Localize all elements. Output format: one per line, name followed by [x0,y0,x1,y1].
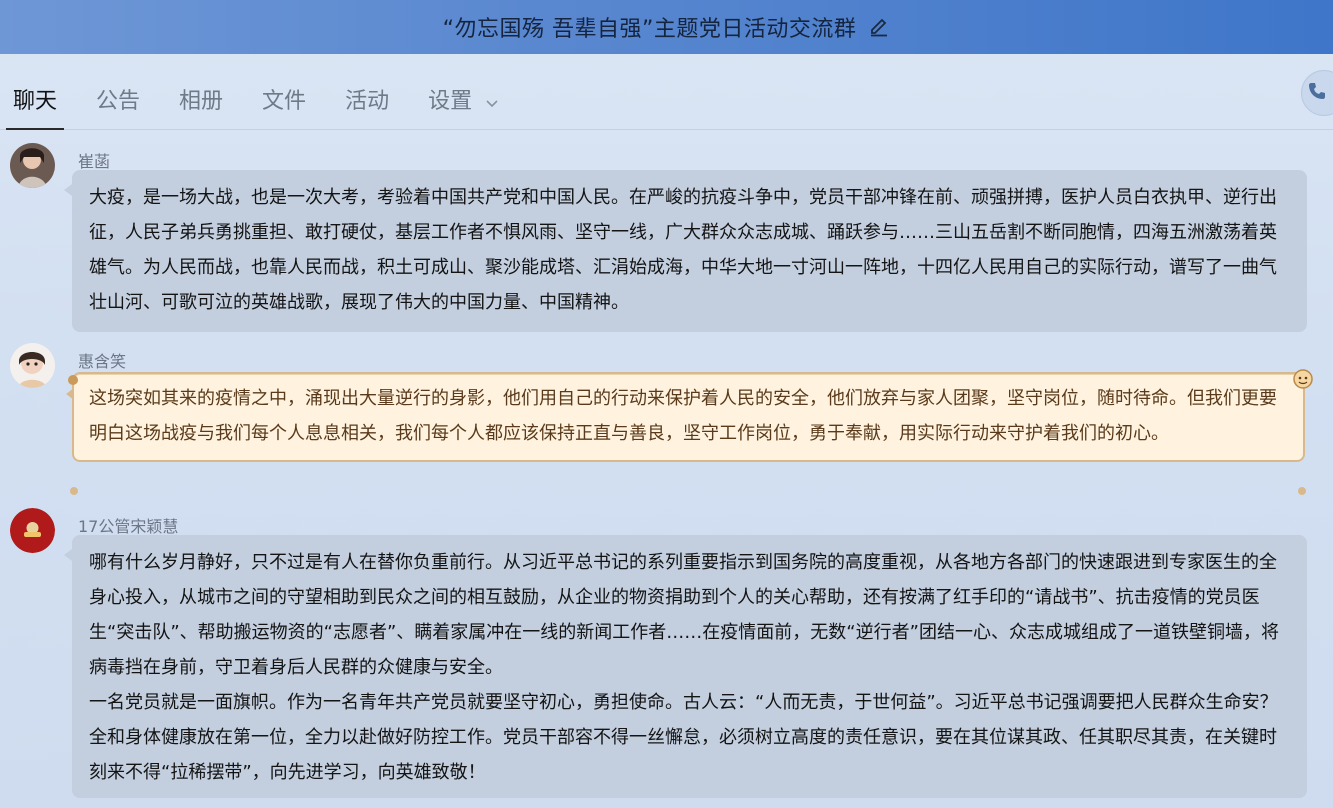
tab-label: 相册 [179,89,224,114]
message-text: 这场突如其来的疫情之中，涌现出大量逆行的身影，他们用自己的行动来保护着人民的安全… [89,388,1277,444]
tab-chat[interactable]: 聊天 [5,83,65,130]
group-title: “勿忘国殇 吾辈自强”主题党日活动交流群 [442,17,857,42]
pencil-icon[interactable] [868,16,890,38]
tab-announcement[interactable]: 公告 [96,83,140,129]
message-bubble[interactable]: 大疫，是一场大战，也是一次大考，考验着中国共产党和中国人民。在严峻的抗疫斗争中，… [64,170,1307,332]
avatar[interactable] [10,143,55,188]
message-text: 大疫，是一场大战，也是一次大考，考验着中国共产党和中国人民。在严峻的抗疫斗争中，… [89,187,1277,313]
tab-files[interactable]: 文件 [262,83,306,129]
tab-label: 公告 [96,89,141,114]
tab-label: 文件 [262,89,307,114]
message-text: 哪有什么岁月静好，只不过是有人在替你负重前行。从习近平总书记的系列重要指示到国务… [89,552,1279,678]
tab-label: 聊天 [13,89,58,114]
message-bubble[interactable]: 哪有什么岁月静好，只不过是有人在替你负重前行。从习近平总书记的系列重要指示到国务… [64,535,1307,798]
bubble-decoration-icon [66,372,80,391]
sender-name: 惠含笑 [78,352,127,371]
bubble-decoration-icon [68,482,80,501]
message-text: 一名党员就是一面旗帜。作为一名青年共产党员就要坚守初心，勇担使命。古人云：“人而… [89,692,1278,783]
bubble-decoration-icon [1290,366,1316,396]
sender-name: 17公管宋颖慧 [78,517,179,536]
message-bubble-themed[interactable]: 这场突如其来的疫情之中，涌现出大量逆行的身影，他们用自己的行动来保护着人民的安全… [66,372,1305,462]
tab-bar: 聊天 公告 相册 文件 活动 设置 [0,70,1333,130]
bubble-decoration-icon [1296,482,1308,501]
phone-icon [1307,81,1327,105]
chevron-down-icon [485,90,499,115]
tab-settings[interactable]: 设置 [428,83,499,129]
avatar[interactable] [10,508,55,553]
title-bar: “勿忘国殇 吾辈自强”主题党日活动交流群 [0,0,1333,54]
tab-album[interactable]: 相册 [179,83,223,129]
tab-activity[interactable]: 活动 [345,83,389,129]
tab-label: 活动 [345,89,390,114]
avatar[interactable] [10,343,55,388]
sender-name: 崔菡 [78,152,111,171]
tab-label: 设置 [428,89,473,114]
